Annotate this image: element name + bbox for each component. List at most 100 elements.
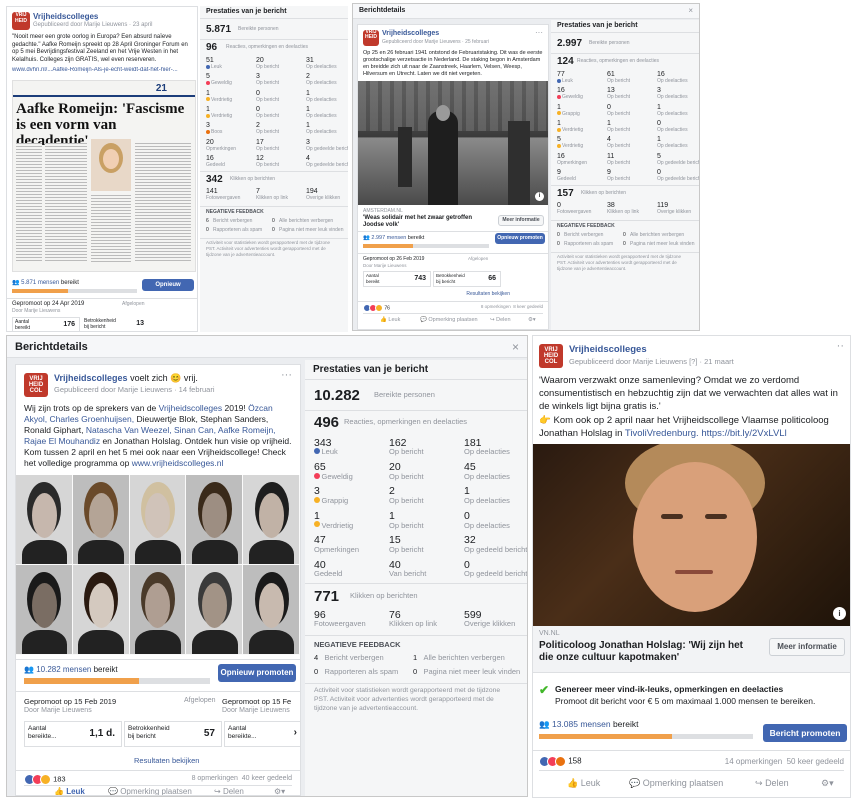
- reach-count[interactable]: 2.997 mensen: [371, 235, 406, 241]
- share-button[interactable]: ↪ Delen: [214, 787, 244, 796]
- verdrietig-reaction-icon: [206, 113, 210, 118]
- promote-post-button[interactable]: Bericht promoten: [763, 724, 847, 742]
- betrokken-value: 13: [136, 320, 144, 327]
- stat-value: 1: [206, 89, 210, 97]
- thumbs-up-icon: 👍: [380, 317, 387, 323]
- post-date[interactable]: 25 februari: [465, 39, 489, 45]
- more-options-icon[interactable]: ···: [535, 28, 543, 37]
- post-link[interactable]: www.dvhn.nl/...Aafke-Romeijn-Als-je-echt…: [12, 67, 194, 73]
- promote-again-button[interactable]: Opnieuw promoten: [142, 279, 194, 300]
- results-link[interactable]: Resultaten bekijken: [466, 291, 510, 297]
- speaker-portrait: [129, 475, 186, 564]
- share-count[interactable]: 50 keer gedeeld: [787, 757, 844, 766]
- share-label: Delen: [765, 778, 789, 788]
- info-icon[interactable]: i: [833, 607, 846, 620]
- comment-count[interactable]: 14 opmerkingen: [725, 757, 782, 766]
- link-title[interactable]: Politicoloog Jonathan Holslag: 'Wij zijn…: [539, 640, 759, 664]
- results-link[interactable]: Resultaten bekijken: [134, 756, 199, 765]
- reach-progress: [363, 244, 489, 248]
- reach-count[interactable]: 13.085 mensen: [552, 719, 611, 729]
- page-logo[interactable]: VRIJ HEID COL: [24, 373, 48, 397]
- speaker-shoulders: [248, 629, 295, 654]
- post-url[interactable]: https://bit.ly/2VxLVLl: [701, 428, 786, 439]
- comment-button[interactable]: 💬 Opmerking plaatsen: [629, 778, 723, 789]
- reach-suffix: bereikt: [93, 665, 118, 674]
- comment-button[interactable]: 💬 Opmerking plaatsen: [108, 787, 192, 795]
- stats-panel-2: Prestaties van je bericht 2.997 Bereikte …: [551, 20, 699, 330]
- share-count[interactable]: 8 keer gedeeld: [513, 304, 543, 309]
- close-icon[interactable]: ×: [512, 340, 519, 354]
- holslag-photo[interactable]: i: [533, 444, 850, 626]
- page-name[interactable]: Vrijheidscolleges: [54, 373, 128, 383]
- like-button[interactable]: 👍 Leuk: [567, 778, 600, 789]
- settings-icon[interactable]: ⚙▾: [274, 787, 285, 795]
- like-button[interactable]: 👍 Leuk: [380, 317, 400, 323]
- reach-line: 👥 13.085 mensen bereikt: [539, 719, 638, 730]
- stat-label: Op deelacties: [306, 64, 337, 71]
- share-count[interactable]: 40 keer gedeeld: [242, 775, 292, 782]
- speaker-shoulders: [192, 539, 238, 564]
- page-mention[interactable]: Vrijheidscolleges: [159, 403, 222, 413]
- more-options-icon[interactable]: ···: [281, 369, 292, 381]
- post-quote: 'Waarom verzwakt onze samenleving? Omdat…: [539, 375, 838, 412]
- post-date[interactable]: 23 april: [133, 22, 153, 28]
- reaction-count[interactable]: 158: [568, 757, 581, 766]
- sponsor-extra: [?]: [689, 357, 698, 366]
- page-logo[interactable]: VRIJ HEID: [12, 12, 30, 30]
- post-date[interactable]: 14 februari: [179, 385, 215, 394]
- click-value: 141: [206, 188, 218, 196]
- stat-label: Gedeeld: [314, 569, 343, 579]
- page-name[interactable]: Vrijheidscolleges: [33, 12, 98, 21]
- promoted-by: Door Marije Lieuwens: [363, 263, 407, 268]
- scroll-right-icon[interactable]: ›: [294, 727, 297, 738]
- post-text-a: Wij zijn trots op de sprekers van de: [24, 403, 157, 413]
- reach-suffix: bereikt: [60, 280, 79, 286]
- settings-icon[interactable]: ⚙▾: [528, 317, 536, 323]
- speaker-face: [88, 583, 114, 628]
- share-button[interactable]: ↪ Delen: [490, 317, 511, 323]
- share-label: Delen: [222, 787, 244, 796]
- venue-mention[interactable]: TivoliVredenburg.: [625, 428, 699, 439]
- thumbs-up-icon: 👍: [567, 778, 579, 788]
- more-options-icon[interactable]: ··: [837, 340, 844, 352]
- more-info-button[interactable]: Meer informatie: [769, 638, 845, 656]
- info-icon[interactable]: i: [535, 192, 544, 201]
- website-link[interactable]: www.vrijheidscolleges.nl: [132, 458, 224, 468]
- share-button[interactable]: ↪ Delen: [755, 778, 789, 789]
- promote-again-button[interactable]: Opnieuw promoten: [495, 233, 545, 244]
- reaction-count[interactable]: 183: [53, 774, 66, 783]
- speakers-grid-image[interactable]: [16, 475, 300, 655]
- boost-subtitle: Promoot dit bericht voor € 5 om maximaal…: [555, 696, 816, 706]
- page-name[interactable]: Vrijheidscolleges: [569, 344, 647, 355]
- stat-label: Leuk: [321, 447, 338, 457]
- stat-label: Verdrietig: [211, 96, 233, 103]
- page-logo[interactable]: VRIJ HEID: [363, 30, 379, 46]
- comment-button[interactable]: 💬 Opmerking plaatsen: [420, 317, 478, 323]
- promoted-status: Afgelopen: [122, 301, 145, 307]
- reach-count[interactable]: 10.282 mensen: [36, 665, 91, 674]
- settings-icon[interactable]: ⚙▾: [821, 778, 834, 789]
- stat-value: 3: [206, 122, 210, 130]
- photo-eye-left: [661, 514, 683, 519]
- negative-feedback-title: NEGATIEVE FEEDBACK: [206, 208, 264, 215]
- comment-count[interactable]: 8 opmerkingen: [192, 775, 238, 782]
- newspaper-image[interactable]: 21 Aafke Romeijn: 'Fascisme is een vorm …: [12, 80, 196, 272]
- reaction-count[interactable]: 76: [384, 305, 390, 311]
- haha-reaction-icon: [40, 774, 51, 785]
- promote-again-button[interactable]: Opnieuw promoten: [218, 664, 296, 682]
- reach-count[interactable]: 5.871 mensen: [21, 280, 59, 286]
- historic-photo[interactable]: i: [358, 81, 548, 205]
- page-name[interactable]: Vrijheidscolleges: [382, 30, 439, 37]
- more-info-button[interactable]: Meer informatie: [498, 215, 544, 226]
- like-button[interactable]: 👍 Leuk: [54, 787, 85, 795]
- stat-label: Grappig: [321, 496, 349, 506]
- post-date[interactable]: 21 maart: [704, 357, 734, 366]
- link-title[interactable]: 'Weas solidair met het zwaar getroffen J…: [363, 215, 493, 229]
- stat-label: Boos: [211, 129, 223, 136]
- page-logo[interactable]: VRIJ HEID COL: [539, 344, 563, 368]
- stat-label: Op deelacties: [657, 110, 688, 117]
- click-label: Klikken op link: [607, 209, 639, 216]
- aantal-value: 743: [414, 275, 426, 282]
- close-icon[interactable]: ×: [688, 6, 693, 15]
- comment-count[interactable]: 8 opmerkingen: [481, 304, 511, 309]
